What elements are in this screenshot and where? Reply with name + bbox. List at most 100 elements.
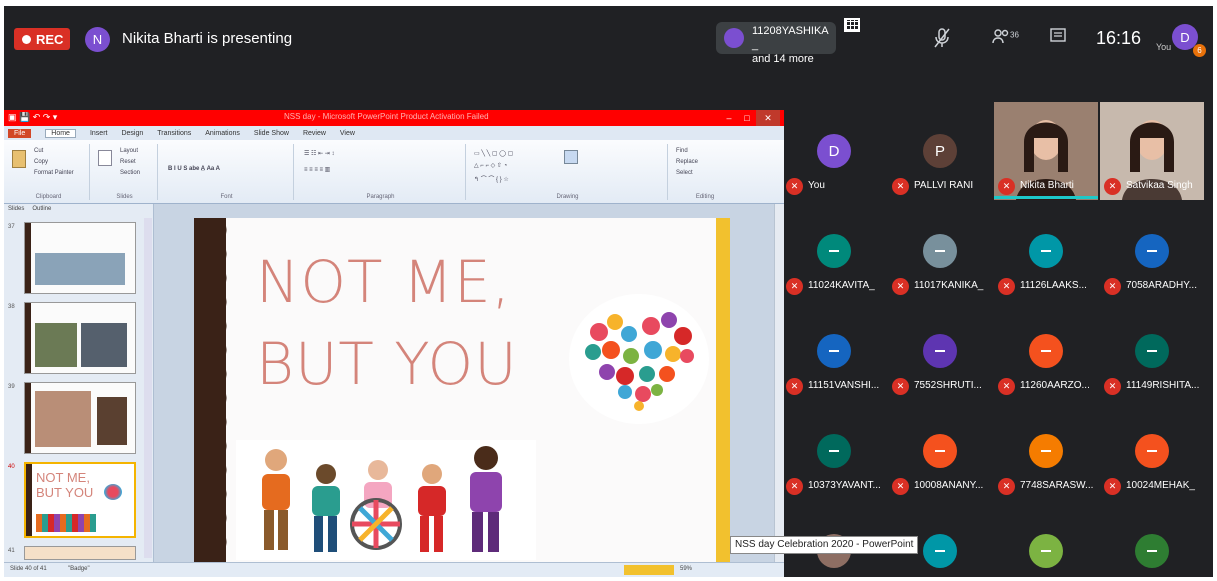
avatar xyxy=(1135,434,1169,468)
shapes-icon[interactable]: ↰ ⌒ ⌒ { } ☆ xyxy=(474,174,509,183)
mic-off-icon: ✕ xyxy=(892,478,909,495)
participant-tile[interactable]: P ✕ PALLVI RANI xyxy=(888,102,992,200)
align-icons[interactable]: ≡ ≡ ≡ ≡ ▥ xyxy=(304,166,330,173)
participant-tile[interactable]: ✕ 11126LAAKS... xyxy=(994,202,1098,300)
minimize-icon[interactable]: – xyxy=(720,110,738,126)
zoom-level: 59% xyxy=(680,566,693,572)
slide-thumbnail[interactable] xyxy=(24,302,136,374)
slide-thumbnail[interactable] xyxy=(24,546,136,560)
view-buttons[interactable] xyxy=(624,565,674,575)
participant-tile[interactable]: ✕CHESHT... xyxy=(994,502,1098,577)
tab-view[interactable]: View xyxy=(340,130,355,137)
select-button[interactable]: Select xyxy=(676,170,693,176)
current-slide[interactable]: NOT ME, BUT YOU xyxy=(194,218,730,562)
participant-name: 10373YAVANT... xyxy=(808,480,881,491)
avatar: D xyxy=(817,134,851,168)
participant-tile[interactable]: D ✕ You xyxy=(782,102,886,200)
participants-preview[interactable]: 11208YASHIKA _ and 14 more xyxy=(716,22,836,65)
hands-heart-image xyxy=(569,294,709,424)
group-label: Drawing xyxy=(556,194,579,200)
group-label: Editing xyxy=(695,194,715,200)
mic-off-icon: ✕ xyxy=(786,278,803,295)
tab-transitions[interactable]: Transitions xyxy=(157,130,191,137)
tab-outline[interactable]: Outline xyxy=(32,206,51,212)
participant-name: 10008ANANY... xyxy=(914,480,984,491)
participant-name: 11024KAVITA_ xyxy=(808,280,875,291)
participant-tile[interactable]: ✕ Satvikaa Singh xyxy=(1100,102,1204,200)
mic-off-icon: ✕ xyxy=(1104,478,1121,495)
speaking-indicator xyxy=(994,196,1098,199)
slide-thumbnail-selected[interactable]: NOT ME, BUT YOU xyxy=(24,462,136,538)
mic-off-icon: ✕ xyxy=(1104,178,1121,195)
mic-off-icon: ✕ xyxy=(892,378,909,395)
participant-tile[interactable]: ✕ 7748SARASW... xyxy=(994,402,1098,500)
close-icon[interactable]: ✕ xyxy=(756,110,780,126)
children-figure xyxy=(36,514,96,532)
tab-file[interactable]: File xyxy=(8,128,32,138)
copy-button[interactable]: Copy xyxy=(34,159,48,165)
reset-button[interactable]: Reset xyxy=(120,159,136,165)
tab-animations[interactable]: Animations xyxy=(205,130,240,137)
replace-button[interactable]: Replace xyxy=(676,159,698,165)
format-painter-button[interactable]: Format Painter xyxy=(34,170,74,176)
maximize-icon[interactable]: □ xyxy=(738,110,756,126)
mic-off-icon: ✕ xyxy=(786,478,803,495)
quick-access-icons: ▣ 💾 ↶ ↷ ▾ xyxy=(8,112,58,122)
mic-off-icon: ✕ xyxy=(998,378,1015,395)
new-slide-icon[interactable] xyxy=(98,150,112,166)
cut-button[interactable]: Cut xyxy=(34,148,43,154)
participant-tile[interactable]: ✕ 7058ARADHY... xyxy=(1100,202,1204,300)
mic-off-icon: ✕ xyxy=(786,178,803,195)
participant-tile[interactable]: ✕ 10373YAVANT... xyxy=(782,402,886,500)
heart-icon xyxy=(580,312,698,412)
mic-off-icon: ✕ xyxy=(1104,278,1121,295)
thumb-number: 39 xyxy=(8,384,15,390)
paragraph-group: ☰ ☷ ⇤ ⇥ ↕ ≡ ≡ ≡ ≡ ▥ Paragraph xyxy=(296,144,466,200)
list-icons[interactable]: ☰ ☷ ⇤ ⇥ ↕ xyxy=(304,150,334,157)
tab-design[interactable]: Design xyxy=(121,130,143,137)
tab-home[interactable]: Home xyxy=(45,128,76,138)
avatar xyxy=(1135,334,1169,368)
shapes-icon[interactable]: ▭ ╲ ╲ ▢ ◯ ▢ xyxy=(474,150,513,157)
participant-tile[interactable]: ✕ 11149RISHITA... xyxy=(1100,302,1204,400)
paste-icon[interactable] xyxy=(12,150,26,168)
mic-off-icon[interactable] xyxy=(934,28,950,53)
shapes-icon[interactable]: △ ⌐ ⌐ ◇ ⇧ ◔ xyxy=(474,162,507,169)
participant-tile[interactable]: ✕ 11017KANIKA_ xyxy=(888,202,992,300)
slide-thumbnail[interactable] xyxy=(24,222,136,294)
slide-counter: Slide 40 of 41 xyxy=(10,566,47,572)
chat-icon[interactable] xyxy=(1050,28,1066,49)
font-format-icons[interactable]: B I U S abe A̲ Aa A xyxy=(168,166,220,172)
grid-layout-icon[interactable] xyxy=(844,18,860,32)
avatar xyxy=(923,234,957,268)
participant-tile[interactable]: ✕ 11151VANSHI... xyxy=(782,302,886,400)
participant-tile[interactable]: ✕ 10008ANANY... xyxy=(888,402,992,500)
mic-off-icon: ✕ xyxy=(892,278,909,295)
participant-name: 11126LAAKS... xyxy=(1020,280,1087,291)
layout-button[interactable]: Layout xyxy=(120,148,138,154)
participant-tile[interactable]: ✕7994SHARON xyxy=(1100,502,1204,577)
arrange-icon[interactable] xyxy=(564,150,578,164)
participant-name: 7058ARADHY... xyxy=(1126,280,1197,291)
avatar xyxy=(1029,234,1063,268)
recording-badge: REC xyxy=(14,28,70,50)
slide-thumbnail[interactable] xyxy=(24,382,136,454)
tab-insert[interactable]: Insert xyxy=(90,130,108,137)
participant-tile[interactable]: ✕ 11024KAVITA_ xyxy=(782,202,886,300)
tab-review[interactable]: Review xyxy=(303,130,326,137)
tab-slides[interactable]: Slides xyxy=(8,206,24,212)
slide-editor: NOT ME, BUT YOU xyxy=(154,204,774,562)
participant-tile[interactable]: ✕ 11260AARZO... xyxy=(994,302,1098,400)
tab-slide-show[interactable]: Slide Show xyxy=(254,130,289,137)
editing-group: Find Replace Select Editing xyxy=(670,144,740,200)
participant-tile[interactable]: ✕ 7552SHRUTI... xyxy=(888,302,992,400)
section-button[interactable]: Section xyxy=(120,170,140,176)
avatar xyxy=(817,334,851,368)
participant-tile[interactable]: ✕ 10024MEHAK_ xyxy=(1100,402,1204,500)
participant-name: 7748SARASW... xyxy=(1020,480,1094,491)
pane-scrollbar[interactable] xyxy=(144,218,152,558)
participant-tile[interactable]: ✕ Nikita Bharti xyxy=(994,102,1098,200)
find-button[interactable]: Find xyxy=(676,148,688,154)
avatar xyxy=(1135,234,1169,268)
people-icon[interactable]: 36 xyxy=(992,28,1019,49)
